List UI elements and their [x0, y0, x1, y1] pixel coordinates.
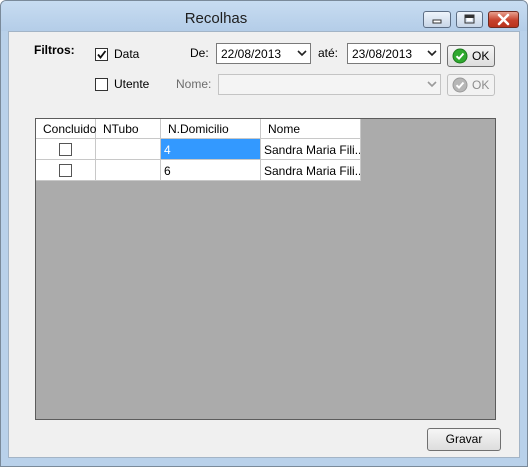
filters-label: Filtros:	[34, 43, 75, 57]
chevron-down-icon	[427, 81, 437, 88]
form-client-area: Filtros: Data Utente De: 22/08/2013 até:…	[8, 31, 520, 458]
row-2-nome-cell[interactable]: Sandra Maria Fili...	[261, 160, 361, 181]
data-checkbox-label: Data	[114, 47, 140, 61]
row-1-ndomicilio-cell[interactable]: 4	[161, 139, 261, 160]
close-icon	[497, 13, 510, 26]
row-1-concluido-cell[interactable]	[36, 139, 96, 160]
nome-value: Sandra Maria Fili...	[264, 143, 361, 157]
date-from-label: De:	[190, 46, 209, 60]
minimize-button[interactable]	[423, 11, 451, 28]
row-1-nome-cell[interactable]: Sandra Maria Fili...	[261, 139, 361, 160]
date-to-value: 23/08/2013	[352, 47, 413, 61]
utente-checkbox[interactable]	[95, 78, 108, 91]
utente-checkbox-label: Utente	[114, 77, 150, 91]
data-checkbox[interactable]	[95, 48, 108, 61]
nome-combobox[interactable]	[218, 74, 441, 95]
column-header-nome[interactable]: Nome	[261, 119, 361, 139]
row-2-concluido-cell[interactable]	[36, 160, 96, 181]
checkmark-icon	[97, 50, 107, 59]
close-button[interactable]	[488, 11, 519, 28]
recolhas-grid[interactable]: Concluido NTubo N.Domicilio Nome 4 Sandr…	[35, 118, 496, 420]
row-2-ndomicilio-cell[interactable]: 6	[161, 160, 261, 181]
gravar-button[interactable]: Gravar	[427, 428, 501, 451]
nome-value: Sandra Maria Fili...	[264, 164, 361, 178]
maximize-button[interactable]	[456, 11, 483, 28]
column-header-concluido[interactable]: Concluido	[36, 119, 96, 139]
row-2-ntubo-cell[interactable]	[96, 160, 161, 181]
ok-date-button[interactable]: OK	[447, 45, 495, 67]
column-header-ntubo[interactable]: NTubo	[96, 119, 161, 139]
column-header-label: Concluido	[43, 122, 97, 136]
ok-date-button-label: OK	[472, 49, 490, 63]
date-to-label: até:	[318, 46, 339, 60]
ok-nome-button[interactable]: OK	[447, 74, 495, 96]
title-bar[interactable]: Recolhas	[1, 1, 527, 31]
ok-check-icon	[452, 77, 468, 93]
date-from-picker[interactable]: 22/08/2013	[216, 43, 311, 64]
window-title: Recolhas	[184, 10, 248, 27]
ndomicilio-value: 6	[164, 164, 171, 178]
maximize-icon	[464, 14, 475, 24]
nome-label: Nome:	[176, 77, 212, 91]
ok-check-icon	[452, 48, 468, 64]
row-1-ntubo-cell[interactable]	[96, 139, 161, 160]
chevron-down-icon	[427, 50, 437, 57]
column-header-label: Nome	[268, 122, 301, 136]
date-to-picker[interactable]: 23/08/2013	[347, 43, 441, 64]
recolhas-window: Recolhas Filtros: Data Utente De: 22/08/…	[0, 0, 528, 467]
column-header-ndomicilio[interactable]: N.Domicilio	[161, 119, 261, 139]
chevron-down-icon	[297, 50, 307, 57]
gravar-button-label: Gravar	[445, 432, 483, 446]
minimize-icon	[432, 19, 442, 24]
ok-nome-button-label: OK	[472, 78, 490, 92]
date-from-value: 22/08/2013	[221, 47, 282, 61]
column-header-label: NTubo	[103, 122, 139, 136]
concluido-checkbox[interactable]	[59, 164, 72, 177]
concluido-checkbox[interactable]	[59, 143, 72, 156]
ndomicilio-value: 4	[164, 143, 171, 157]
column-header-label: N.Domicilio	[168, 122, 229, 136]
